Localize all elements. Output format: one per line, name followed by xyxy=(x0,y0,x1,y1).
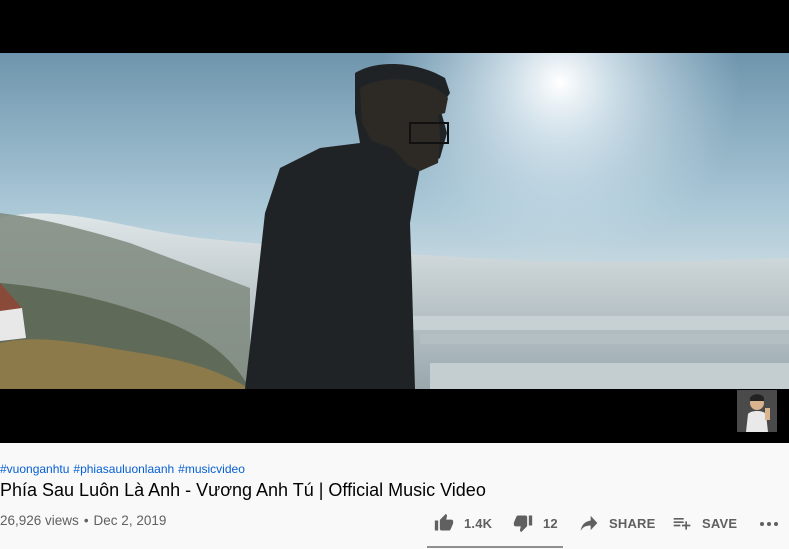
like-button[interactable]: 1.4K xyxy=(433,511,492,535)
like-count: 1.4K xyxy=(464,515,493,531)
thumbs-up-icon xyxy=(434,513,454,531)
view-count: 26,926 views xyxy=(0,513,79,528)
dislike-button[interactable]: 12 xyxy=(512,511,558,535)
sentiment-bar xyxy=(427,546,563,548)
save-button[interactable]: SAVE xyxy=(671,511,737,535)
video-scene xyxy=(0,53,789,389)
hashtag-link[interactable]: #musicvideo xyxy=(178,462,245,476)
hashtag-list: #vuonganhtu #phiasauluonlaanh #musicvideo xyxy=(0,462,249,476)
playlist-add-icon xyxy=(673,518,691,530)
video-player[interactable] xyxy=(0,0,789,443)
channel-avatar-image xyxy=(737,390,777,432)
share-arrow-icon xyxy=(580,515,598,531)
share-button[interactable]: SHARE xyxy=(578,511,656,535)
video-title: Phía Sau Luôn Là Anh - Vương Anh Tú | Of… xyxy=(0,480,486,500)
more-horizontal-icon xyxy=(760,522,778,526)
save-label: SAVE xyxy=(702,515,738,531)
video-meta: 26,926 views • Dec 2, 2019 xyxy=(0,513,166,528)
thumbs-down-icon xyxy=(513,515,533,533)
share-label: SHARE xyxy=(609,515,656,531)
upload-date: Dec 2, 2019 xyxy=(93,513,167,528)
action-bar: 1.4K 12 SHARE SAVE xyxy=(430,511,789,535)
meta-separator: • xyxy=(83,513,89,528)
channel-watermark[interactable] xyxy=(737,390,777,432)
more-actions-button[interactable] xyxy=(757,511,781,535)
hashtag-link[interactable]: #phiasauluonlaanh xyxy=(73,462,174,476)
video-info: #vuonganhtu #phiasauluonlaanh #musicvideo … xyxy=(0,443,789,549)
video-frame[interactable] xyxy=(0,53,789,389)
dislike-count: 12 xyxy=(543,515,558,531)
hashtag-link[interactable]: #vuonganhtu xyxy=(0,462,69,476)
